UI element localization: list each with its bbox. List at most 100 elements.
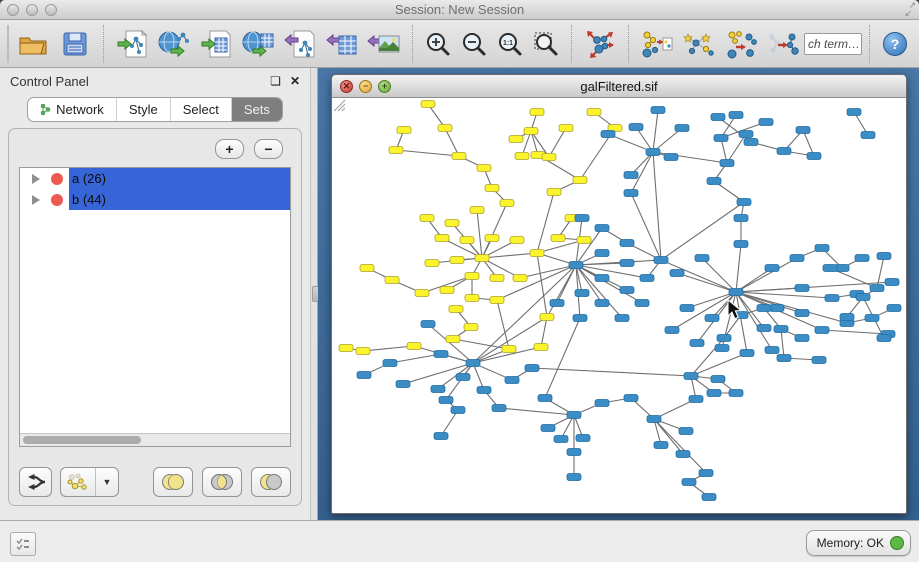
graph-node[interactable] bbox=[575, 215, 589, 222]
save-session-button[interactable] bbox=[54, 23, 96, 65]
zoom-window-button[interactable] bbox=[45, 4, 57, 16]
graph-node[interactable] bbox=[595, 400, 609, 407]
graph-node[interactable] bbox=[729, 390, 743, 397]
frame-maximize-icon[interactable]: + bbox=[378, 80, 391, 93]
graph-node[interactable] bbox=[777, 355, 791, 362]
union-sets-button[interactable] bbox=[153, 467, 193, 497]
graph-node[interactable] bbox=[407, 343, 421, 350]
graph-node[interactable] bbox=[477, 165, 491, 172]
graph-node[interactable] bbox=[856, 294, 870, 301]
graph-node[interactable] bbox=[385, 277, 399, 284]
close-window-button[interactable] bbox=[7, 4, 19, 16]
difference-sets-button[interactable] bbox=[251, 467, 291, 497]
graph-node[interactable] bbox=[595, 300, 609, 307]
graph-node[interactable] bbox=[515, 153, 529, 160]
graph-node[interactable] bbox=[676, 451, 690, 458]
graph-node[interactable] bbox=[360, 265, 374, 272]
horizontal-scrollbar[interactable] bbox=[20, 433, 290, 446]
graph-node[interactable] bbox=[595, 225, 609, 232]
graph-node[interactable] bbox=[421, 321, 435, 328]
graph-node[interactable] bbox=[435, 235, 449, 242]
graph-node[interactable] bbox=[446, 336, 460, 343]
graph-node[interactable] bbox=[847, 109, 861, 116]
graph-node[interactable] bbox=[877, 253, 891, 260]
graph-node[interactable] bbox=[823, 265, 837, 272]
graph-node[interactable] bbox=[569, 262, 583, 269]
graph-node[interactable] bbox=[865, 315, 879, 322]
zoom-out-button[interactable] bbox=[456, 23, 492, 65]
graph-node[interactable] bbox=[492, 405, 506, 412]
graph-node[interactable] bbox=[601, 131, 615, 138]
graph-node[interactable] bbox=[707, 178, 721, 185]
graph-node[interactable] bbox=[449, 306, 463, 313]
graph-node[interactable] bbox=[456, 374, 470, 381]
zoom-actual-size-button[interactable]: 1:1 bbox=[492, 23, 528, 65]
graph-node[interactable] bbox=[438, 125, 452, 132]
import-table-web-button[interactable] bbox=[237, 23, 279, 65]
graph-node[interactable] bbox=[567, 412, 581, 419]
graph-node[interactable] bbox=[620, 260, 634, 267]
create-set-from-network-button[interactable]: ▼ bbox=[60, 467, 119, 497]
network-graph[interactable] bbox=[332, 98, 906, 512]
graph-node[interactable] bbox=[434, 433, 448, 440]
graph-node[interactable] bbox=[576, 435, 590, 442]
graph-node[interactable] bbox=[541, 425, 555, 432]
graph-node[interactable] bbox=[707, 390, 721, 397]
graph-node[interactable] bbox=[538, 395, 552, 402]
graph-node[interactable] bbox=[651, 107, 665, 114]
graph-node[interactable] bbox=[420, 215, 434, 222]
network-window-titlebar[interactable]: ✕ − + galFiltered.sif bbox=[332, 75, 906, 98]
graph-node[interactable] bbox=[770, 305, 784, 312]
graph-node[interactable] bbox=[513, 275, 527, 282]
graph-node[interactable] bbox=[356, 348, 370, 355]
graph-node[interactable] bbox=[744, 139, 758, 146]
graph-node[interactable] bbox=[629, 124, 643, 131]
graph-node[interactable] bbox=[646, 149, 660, 156]
dropdown-caret-icon[interactable]: ▼ bbox=[96, 468, 118, 496]
memory-status-button[interactable]: Memory: OK bbox=[806, 530, 911, 556]
graph-node[interactable] bbox=[620, 287, 634, 294]
intersect-sets-button[interactable] bbox=[202, 467, 242, 497]
graph-node[interactable] bbox=[559, 125, 573, 132]
graph-node[interactable] bbox=[777, 148, 791, 155]
remove-set-button[interactable]: − bbox=[254, 139, 283, 159]
graph-node[interactable] bbox=[470, 207, 484, 214]
graph-node[interactable] bbox=[654, 257, 668, 264]
group-nodes-button[interactable] bbox=[636, 23, 678, 65]
graph-node[interactable] bbox=[840, 314, 854, 321]
graph-node[interactable] bbox=[812, 357, 826, 364]
graph-node[interactable] bbox=[540, 314, 554, 321]
graph-node[interactable] bbox=[729, 289, 743, 296]
graph-node[interactable] bbox=[525, 365, 539, 372]
tab-network[interactable]: Network bbox=[28, 98, 117, 121]
graph-node[interactable] bbox=[542, 154, 556, 161]
graph-node[interactable] bbox=[530, 109, 544, 116]
add-set-button[interactable]: + bbox=[215, 139, 244, 159]
window-titlebar[interactable]: Session: New Session ↗↙ bbox=[0, 0, 919, 20]
graph-node[interactable] bbox=[554, 436, 568, 443]
graph-node[interactable] bbox=[440, 287, 454, 294]
ungroup-nodes-button[interactable] bbox=[678, 23, 720, 65]
graph-node[interactable] bbox=[815, 327, 829, 334]
graph-node[interactable] bbox=[397, 127, 411, 134]
graph-node[interactable] bbox=[624, 172, 638, 179]
graph-node[interactable] bbox=[885, 279, 899, 286]
graph-node[interactable] bbox=[396, 381, 410, 388]
graph-node[interactable] bbox=[383, 360, 397, 367]
graph-node[interactable] bbox=[460, 237, 474, 244]
import-table-file-button[interactable] bbox=[195, 23, 237, 65]
export-image-button[interactable] bbox=[363, 23, 405, 65]
graph-node[interactable] bbox=[624, 190, 638, 197]
graph-node[interactable] bbox=[624, 395, 638, 402]
graph-node[interactable] bbox=[500, 200, 514, 207]
scrollbar-thumb[interactable] bbox=[23, 436, 141, 444]
network-canvas[interactable] bbox=[332, 98, 906, 513]
graph-node[interactable] bbox=[415, 290, 429, 297]
graph-node[interactable] bbox=[451, 407, 465, 414]
help-button[interactable]: ? bbox=[877, 23, 913, 65]
split-set-button[interactable] bbox=[19, 467, 52, 497]
graph-node[interactable] bbox=[465, 273, 479, 280]
graph-node[interactable] bbox=[490, 275, 504, 282]
graph-node[interactable] bbox=[510, 237, 524, 244]
graph-node[interactable] bbox=[595, 275, 609, 282]
